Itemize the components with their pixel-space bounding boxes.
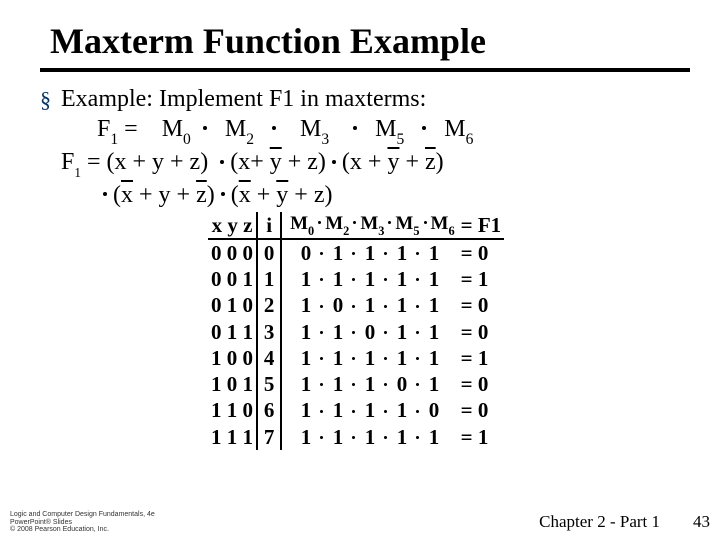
content: § Example: Implement F1 in maxterms: F1 … — [40, 84, 690, 450]
maxterm-product-line: F1 = M0 M2 M3 M5 M6 — [97, 114, 473, 147]
slide: Maxterm Function Example § Example: Impl… — [0, 0, 720, 450]
bullet-intro: § Example: Implement F1 in maxterms: F1 … — [40, 84, 690, 210]
dot-icon — [353, 126, 357, 130]
maxterm-table: x y z i M0M2M3M5M6 = F1 0 0 00 0 1 1 1 1… — [208, 212, 504, 450]
intro-text: Example: Implement F1 in maxterms: — [61, 84, 473, 114]
dot-icon — [220, 160, 224, 164]
table-row: 0 1 13 1 1 0 1 1 = 0 — [208, 319, 504, 345]
footer-right: Chapter 2 - Part 1 — [539, 512, 660, 532]
hdr-result: = F1 — [458, 212, 505, 239]
page-number: 43 — [693, 512, 710, 532]
expansion-line-2: (x + y + z)(x + y + z) — [97, 180, 473, 210]
hdr-xyz: x y z — [208, 212, 257, 239]
table-row: 1 0 04 1 1 1 1 1 = 1 — [208, 345, 504, 371]
expansion-line-1: F1 = (x + y + z) (x+ y + z)(x + y + z) — [61, 147, 473, 179]
table-row: 0 0 11 1 1 1 1 1 = 1 — [208, 266, 504, 292]
table-body: 0 0 00 0 1 1 1 1 = 00 0 11 1 1 1 1 1 = 1… — [208, 239, 504, 450]
hdr-maxterms: M0M2M3M5M6 — [281, 212, 457, 239]
dot-icon — [221, 192, 225, 196]
dot-icon — [103, 192, 107, 196]
footer-left: Logic and Computer Design Fundamentals, … — [10, 511, 155, 534]
dot-icon — [203, 126, 207, 130]
hdr-i: i — [257, 212, 281, 239]
table-row: 1 1 17 1 1 1 1 1 = 1 — [208, 424, 504, 450]
table-row: 1 0 15 1 1 1 0 1 = 0 — [208, 371, 504, 397]
dot-icon — [272, 126, 276, 130]
dot-icon — [422, 126, 426, 130]
truth-table: x y z i M0M2M3M5M6 = F1 0 0 00 0 1 1 1 1… — [208, 212, 690, 450]
table-row: 1 1 06 1 1 1 1 0 = 0 — [208, 397, 504, 423]
table-row: 0 0 00 0 1 1 1 1 = 0 — [208, 239, 504, 266]
bullet-icon: § — [40, 86, 51, 212]
table-header: x y z i M0M2M3M5M6 = F1 — [208, 212, 504, 239]
slide-title: Maxterm Function Example — [50, 20, 690, 62]
table-row: 0 1 02 1 0 1 1 1 = 0 — [208, 292, 504, 318]
title-rule — [40, 68, 690, 72]
dot-icon — [332, 160, 336, 164]
